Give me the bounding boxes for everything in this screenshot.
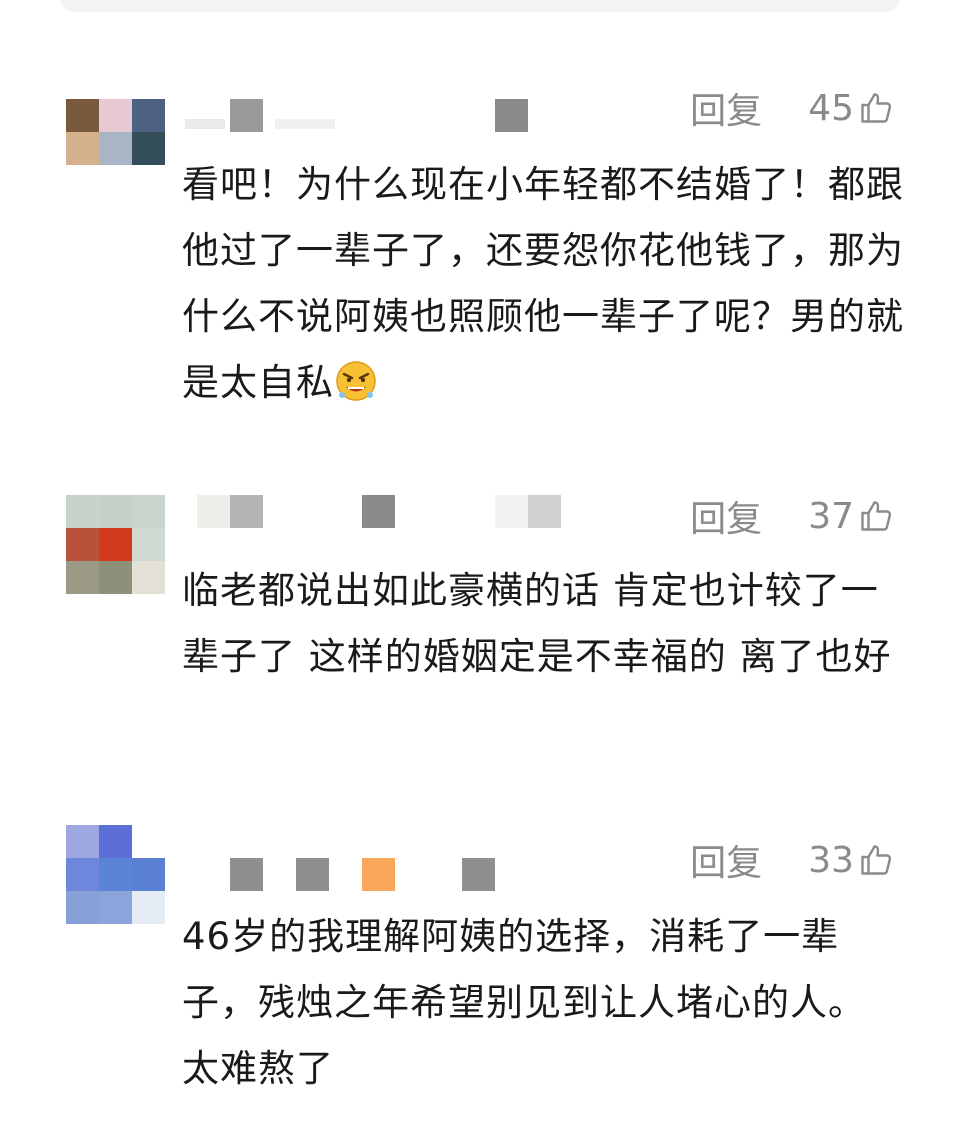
avatar-pixel — [66, 528, 99, 561]
avatar-pixel — [132, 99, 165, 132]
avatar-pixel — [99, 99, 132, 132]
avatar-pixel — [66, 132, 99, 165]
comment-text: 46岁的我理解阿姨的选择，消耗了一辈子，残烛之年希望别见到让人堵心的人。太难熬了 — [182, 904, 902, 1102]
reply-button[interactable]: 回复 — [690, 490, 762, 542]
reply-button[interactable]: 回复 — [690, 82, 762, 134]
avatar-pixel — [99, 858, 132, 891]
comment-body: 看吧！为什么现在小年轻都不结婚了！都跟他过了一辈子了，还要怨你花他钱了，那为什么… — [182, 163, 904, 404]
avatar-pixel — [132, 858, 165, 891]
avatar-pixel — [99, 132, 132, 165]
avatar-pixel — [132, 132, 165, 165]
avatar-pixel — [66, 561, 99, 594]
comment-text: 看吧！为什么现在小年轻都不结婚了！都跟他过了一辈子了，还要怨你花他钱了，那为什么… — [182, 152, 912, 416]
avatar-pixel — [99, 528, 132, 561]
comment-body: 46岁的我理解阿姨的选择，消耗了一辈子，残烛之年希望别见到让人堵心的人。太难熬了 — [182, 915, 866, 1090]
avatar-pixel — [132, 528, 165, 561]
avatar-pixel — [132, 825, 165, 858]
comment-actions: 回复 33 — [690, 836, 894, 884]
avatar-pixel — [99, 891, 132, 924]
thumbs-up-icon[interactable] — [858, 90, 894, 126]
avatar-pixel — [132, 891, 165, 924]
avatar-pixel — [66, 891, 99, 924]
avatar-pixel — [132, 165, 165, 198]
avatar-pixel — [99, 165, 132, 198]
comment-actions: 回复 45 — [690, 84, 894, 132]
avatar[interactable] — [66, 99, 165, 198]
username-blurred[interactable] — [185, 495, 565, 535]
comment-actions: 回复 37 — [690, 492, 894, 540]
like-count: 45 — [808, 87, 854, 129]
like-count: 33 — [808, 839, 854, 881]
reply-button[interactable]: 回复 — [690, 834, 762, 886]
thumbs-up-icon[interactable] — [858, 498, 894, 534]
angry-face-icon — [336, 361, 376, 401]
avatar-pixel — [66, 165, 99, 198]
avatar-pixel — [99, 495, 132, 528]
previous-card-edge — [60, 0, 900, 12]
avatar-pixel — [66, 858, 99, 891]
comment-text: 临老都说出如此豪横的话 肯定也计较了一辈子了 这样的婚姻定是不幸福的 离了也好 — [182, 558, 892, 690]
comment-body: 临老都说出如此豪横的话 肯定也计较了一辈子了 这样的婚姻定是不幸福的 离了也好 — [182, 569, 892, 678]
thumbs-up-icon[interactable] — [858, 842, 894, 878]
avatar[interactable] — [66, 825, 165, 924]
avatar-pixel — [99, 825, 132, 858]
avatar-pixel — [66, 825, 99, 858]
avatar-pixel — [99, 561, 132, 594]
username-blurred[interactable] — [185, 99, 565, 139]
username-blurred[interactable] — [185, 858, 565, 898]
avatar-pixel — [132, 495, 165, 528]
avatar[interactable] — [66, 495, 165, 594]
avatar-pixel — [66, 495, 99, 528]
avatar-pixel — [66, 99, 99, 132]
like-count: 37 — [808, 495, 854, 537]
avatar-pixel — [132, 561, 165, 594]
